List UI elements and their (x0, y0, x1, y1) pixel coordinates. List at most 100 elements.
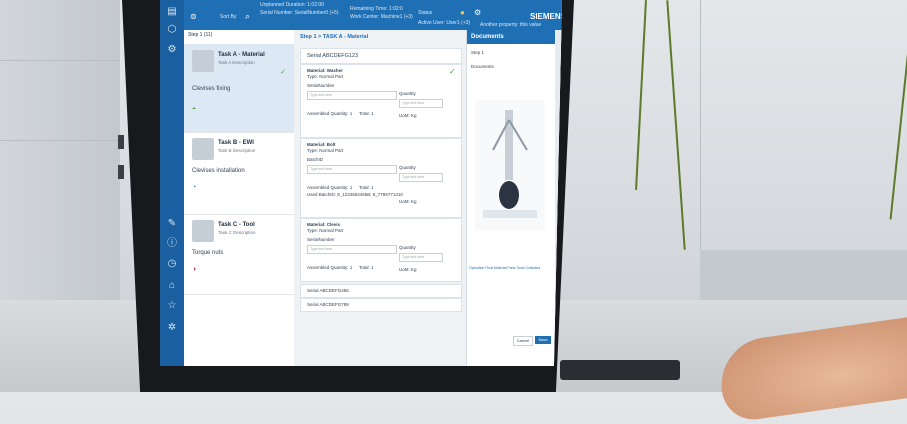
task-description: Task C Description (218, 230, 256, 235)
serial-row[interactable]: Serial ABCDEFG456 (300, 284, 462, 298)
task-item[interactable]: Task A - Material Task A Description Cle… (184, 44, 294, 133)
field-label: SerialNumber (307, 83, 335, 88)
wrench-icon[interactable]: ✎ (166, 218, 178, 230)
serial-header[interactable]: Serial ABCDEFG123 (300, 48, 462, 64)
task-item[interactable]: Task C - Tool Task C Description Torque … (184, 214, 294, 295)
sidebar: ▤ ⬡ ⚙ ✎ ⓘ ◷ ⌂ ☆ ✲ (160, 0, 184, 366)
task-thumbnail (192, 50, 214, 72)
progress-icon: ◔ (192, 184, 197, 191)
quantity-label: Quantity (399, 165, 416, 170)
material-card: Material: Bolt Type: Normal Part BatchID… (300, 138, 462, 218)
assembled-quantity: Assembled Quantity: 1 (307, 265, 353, 270)
serial-label: Serial ABCDEFG789 (307, 302, 349, 307)
documents-tabs: Operation Final Material Parts Tools Col… (469, 266, 553, 276)
app-header: Unplanned Duration: 1:02:00 Serial Numbe… (160, 0, 562, 30)
material-name: Material: Clevis (307, 222, 341, 227)
documents-title: Documents (467, 30, 557, 44)
menu-icon[interactable]: ▤ (166, 6, 178, 18)
monitor-port (118, 135, 124, 149)
task-title: Task A - Material (218, 52, 265, 58)
material-panel: Step 1 > TASK A - Material Serial ABCDEF… (294, 30, 466, 366)
assembled-quantity: Assembled Quantity: 1 (307, 185, 353, 190)
material-name: Material: Bolt (307, 142, 336, 147)
notification-icon[interactable]: ● (460, 8, 465, 17)
serial-input[interactable]: Type text here (307, 91, 397, 100)
check-icon: ✓ (449, 67, 456, 76)
wall-panel-line (0, 140, 120, 141)
keyboard (560, 360, 680, 380)
wall-panel-line (0, 60, 120, 61)
uom: UoM: Kg (399, 267, 417, 272)
material-type: Type: Normal Part (307, 228, 344, 233)
batch-input[interactable]: Type text here (307, 165, 397, 174)
assembled-quantity: Assembled Quantity: 1 (307, 111, 353, 116)
progress-icon: ◑ (192, 266, 197, 273)
monitor-port (118, 165, 124, 179)
info-icon[interactable]: ⓘ (166, 238, 178, 250)
check-icon: ✓ (280, 69, 286, 76)
unplanned-duration: Unplanned Duration: 1:02:00 (260, 2, 324, 8)
task-description: Task B Description (218, 148, 256, 153)
serial-label: Serial ABCDEFG456 (307, 288, 349, 293)
task-subtitle: Clevises fixing (192, 86, 231, 92)
task-description: Task A Description (218, 60, 255, 65)
settings-icon[interactable]: ✲ (166, 322, 178, 334)
tab-final-material[interactable]: Final Material (485, 266, 506, 270)
filter-icon[interactable]: ⊜ (190, 12, 197, 21)
clevis-model (483, 110, 537, 218)
quantity-input[interactable]: Type text here (399, 253, 443, 262)
monitor-screen: Unplanned Duration: 1:02:00 Serial Numbe… (160, 0, 562, 366)
quantity-input[interactable]: Type text here (399, 173, 443, 182)
settings-icon[interactable]: ⚙ (474, 8, 481, 17)
active-user: Active User: User1 (+3) (418, 20, 471, 26)
cancel-button[interactable]: Cancel (513, 336, 533, 346)
tag-icon[interactable]: ⌂ (166, 280, 178, 292)
uom: UoM: Kg (399, 199, 417, 204)
field-label: BatchID (307, 157, 324, 162)
total-quantity: Total: 1 (359, 185, 374, 190)
used-batch: Used BatchID: 8_1234554455B; 8_778977141… (307, 192, 403, 197)
task-subtitle: Clevises installation (192, 168, 245, 174)
window-sill (700, 250, 907, 300)
quantity-input[interactable]: Type text here (399, 99, 443, 108)
task-subtitle: Torque nuts (192, 250, 224, 256)
material-card: Material: Washer Type: Normal Part ✓ Ser… (300, 64, 462, 138)
documents-step: Step 1 (471, 50, 485, 55)
another-property: Another property: this value (480, 22, 542, 28)
remaining-time: Remaining Time: 1:02:0 (350, 6, 403, 12)
cube-icon[interactable]: ⬡ (166, 24, 178, 36)
total-quantity: Total: 1 (359, 265, 374, 270)
total-quantity: Total: 1 (359, 111, 374, 116)
task-title: Task B - EWI (218, 140, 254, 146)
step-count: Step 1 (11) (188, 32, 213, 38)
task-thumbnail (192, 220, 214, 242)
material-type: Type: Normal Part (307, 148, 344, 153)
serial-number: Serial Number: SerialNumber0 (+5) (260, 10, 339, 16)
search-icon[interactable]: ⌕ (245, 11, 250, 22)
save-button[interactable]: Save (535, 336, 551, 344)
3d-model-viewer[interactable] (475, 100, 545, 230)
tab-operation[interactable]: Operation (469, 266, 484, 270)
tab-collected[interactable]: Collected (526, 266, 541, 270)
serial-row[interactable]: Serial ABCDEFG789 (300, 298, 462, 312)
status-label: Status (418, 10, 433, 16)
serial-label: Serial ABCDEFG123 (307, 53, 359, 59)
tab-tools[interactable]: Tools (516, 266, 524, 270)
task-title: Task C - Tool (218, 222, 255, 228)
quantity-label: Quantity (399, 91, 416, 96)
task-list: Step 1 (11) Task A - Material Task A Des… (184, 30, 294, 366)
documents-section: Documents (471, 64, 494, 69)
gear-icon[interactable]: ⚙ (166, 44, 178, 56)
task-item[interactable]: Task B - EWI Task B Description Clevises… (184, 132, 294, 215)
clock-icon[interactable]: ◷ (166, 258, 178, 270)
sort-button[interactable]: Sort By (220, 14, 236, 20)
progress-icon: ◓ (192, 106, 197, 113)
documents-panel: Documents Step 1 Documents Operation Fin… (466, 30, 562, 366)
task-thumbnail (192, 138, 214, 160)
material-card: Material: Clevis Type: Normal Part Seria… (300, 218, 462, 282)
material-type: Type: Normal Part (307, 74, 344, 79)
serial-input[interactable]: Type text here (307, 245, 397, 254)
star-icon[interactable]: ☆ (166, 300, 178, 312)
uom: UoM: Kg (399, 113, 417, 118)
tab-parts[interactable]: Parts (507, 266, 515, 270)
